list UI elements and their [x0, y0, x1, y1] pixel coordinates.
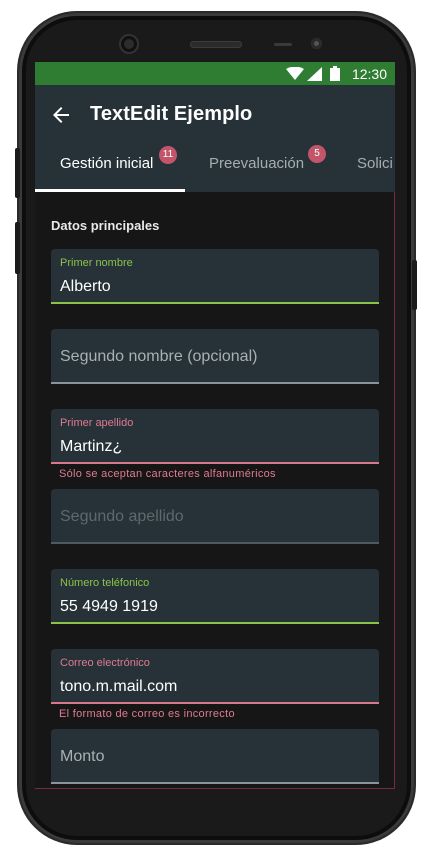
field-placeholder: Segundo apellido — [60, 508, 184, 525]
field-label: Primer nombre — [60, 257, 133, 269]
page-title: TextEdit Ejemplo — [90, 103, 253, 125]
field-underline — [51, 702, 379, 704]
second-surname-field: Segundo apellido — [51, 489, 379, 544]
field-value: 55 4949 1919 — [60, 598, 158, 615]
proximity-sensor — [274, 43, 292, 46]
email-field[interactable]: Correo electrónico tono.m.mail.com — [51, 649, 379, 704]
field-underline — [51, 542, 379, 544]
tab-badge-preevaluacion: 5 — [308, 145, 326, 163]
screen: 12:30 TextEdit Ejemplo Gestión inicial 1… — [35, 62, 395, 789]
battery-icon — [330, 66, 340, 81]
app-bar: TextEdit Ejemplo Gestión inicial 11 Pree… — [35, 85, 395, 192]
earpiece-speaker — [190, 41, 242, 48]
field-placeholder: Monto — [60, 748, 105, 765]
field-underline — [51, 462, 379, 464]
front-camera — [121, 36, 137, 52]
second-name-field[interactable]: Segundo nombre (opcional) — [51, 329, 379, 384]
form-content: Datos principales Primer nombre Alberto … — [35, 192, 395, 789]
first-surname-field[interactable]: Primer apellido Martinz¿ — [51, 409, 379, 464]
tab-gestion-inicial[interactable]: Gestión inicial — [60, 155, 153, 172]
section-title: Datos principales — [51, 218, 160, 233]
volume-down-button — [15, 222, 20, 274]
field-underline — [51, 782, 379, 784]
tab-preevaluacion[interactable]: Preevaluación — [209, 155, 304, 172]
tab-badge-gestion: 11 — [159, 146, 177, 164]
first-name-field[interactable]: Primer nombre Alberto — [51, 249, 379, 304]
volume-button — [15, 148, 20, 198]
field-value: Alberto — [60, 278, 111, 295]
tab-solicitud[interactable]: Solici — [357, 155, 393, 172]
field-underline — [51, 622, 379, 624]
arrow-left-icon[interactable] — [49, 103, 73, 127]
field-underline — [51, 382, 379, 384]
power-button — [412, 260, 417, 310]
error-message: El formato de correo es incorrecto — [59, 708, 235, 720]
status-icons — [286, 66, 340, 81]
signal-icon — [307, 66, 322, 81]
field-label: Correo electrónico — [60, 657, 150, 669]
light-sensor — [311, 38, 322, 49]
field-underline — [51, 302, 379, 304]
status-bar: 12:30 — [35, 62, 395, 85]
wifi-icon — [286, 66, 304, 80]
field-placeholder: Segundo nombre (opcional) — [60, 348, 258, 365]
error-message: Sólo se aceptan caracteres alfanuméricos — [59, 468, 276, 480]
field-value: tono.m.mail.com — [60, 678, 178, 695]
status-time: 12:30 — [351, 66, 387, 82]
field-value: Martinz¿ — [60, 438, 123, 455]
field-label: Número teléfonico — [60, 577, 150, 589]
phone-field[interactable]: Número teléfonico 55 4949 1919 — [51, 569, 379, 624]
amount-field[interactable]: Monto — [51, 729, 379, 784]
field-label: Primer apellido — [60, 417, 134, 429]
